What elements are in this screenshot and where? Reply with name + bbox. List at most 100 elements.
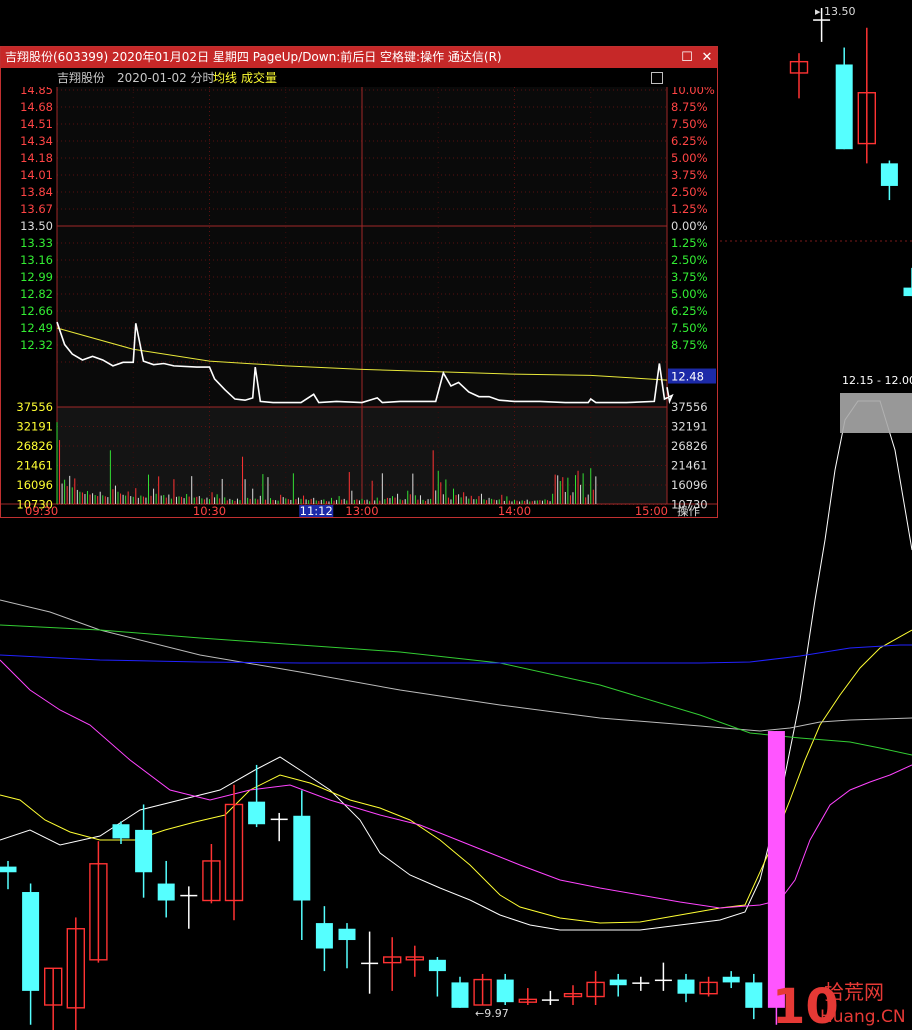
pct-tick-label: 5.00% xyxy=(671,287,708,301)
pct-tick-label: 6.25% xyxy=(671,304,708,318)
time-tick-label: 13:00 xyxy=(345,504,378,517)
volume-tick-label: 16096 xyxy=(16,478,53,492)
moving-average-line-6 xyxy=(0,644,912,664)
candle-body xyxy=(677,979,695,994)
time-tick-label: 14:00 xyxy=(498,504,531,517)
svg-text:Huang.CN: Huang.CN xyxy=(820,1007,906,1027)
intraday-popup-window: 吉翔股份(603399) 2020年01月02日 星期四 PageUp/Down… xyxy=(0,46,718,518)
candle-body xyxy=(541,999,559,1001)
volume-tick-label: 26826 xyxy=(16,439,53,453)
volume-tick-label-right: 16096 xyxy=(671,478,708,492)
close-icon[interactable]: ✕ xyxy=(699,47,715,68)
range-box-fill xyxy=(840,393,912,433)
popup-title: 吉翔股份(603399) 2020年01月02日 星期四 PageUp/Down… xyxy=(5,50,502,64)
candle-body xyxy=(451,982,469,1008)
candle-body xyxy=(270,818,288,821)
pct-tick-label: 10.00% xyxy=(671,87,715,97)
candle-body xyxy=(767,731,785,1008)
candle-body xyxy=(0,866,17,873)
price-tick-label: 12.49 xyxy=(20,321,53,335)
candle-body xyxy=(248,801,266,825)
volume-tick-label-right: 21461 xyxy=(671,459,708,473)
pct-tick-label: 6.25% xyxy=(671,134,708,148)
volume-tick-label-right: 26826 xyxy=(671,439,708,453)
op-button-label: 操作 xyxy=(677,504,700,517)
svg-text:拾荒网: 拾荒网 xyxy=(824,980,884,1004)
candle-body xyxy=(180,894,198,897)
volume-tick-label-right: 37556 xyxy=(671,400,708,414)
candle-body xyxy=(632,982,650,984)
pct-tick-label: 5.00% xyxy=(671,151,708,165)
price-tick-label: 14.18 xyxy=(20,151,53,165)
candle-body xyxy=(293,815,311,901)
price-tick-label: 12.82 xyxy=(20,287,53,301)
window-toggle-icon[interactable] xyxy=(651,72,663,84)
candle-body xyxy=(157,883,175,901)
time-tick-label: 10:30 xyxy=(193,504,226,517)
current-price-value: 12.48 xyxy=(671,370,704,384)
price-tick-label: 13.16 xyxy=(20,253,53,267)
volume-tick-label: 21461 xyxy=(16,459,53,473)
pct-tick-label: 2.50% xyxy=(671,185,708,199)
volume-label: 成交量 xyxy=(241,71,278,85)
volume-tick-label-right: 32191 xyxy=(671,420,708,434)
kline-range-box: 12.15 - 12.00 xyxy=(840,372,912,433)
candle-body xyxy=(428,959,446,972)
range-box-label: 12.15 - 12.00 xyxy=(842,374,912,387)
pct-tick-label: 1.25% xyxy=(671,236,708,250)
candle-body xyxy=(609,979,627,986)
chart-date: 2020-01-02 分时 xyxy=(117,71,215,85)
pct-tick-label: 7.50% xyxy=(671,117,708,131)
candle-body xyxy=(835,64,853,150)
price-tick-label: 14.51 xyxy=(20,117,53,131)
candle-body xyxy=(880,163,898,186)
price-tick-label: 14.85 xyxy=(20,87,53,97)
candle-body xyxy=(745,982,763,1008)
pct-tick-label: 8.75% xyxy=(671,338,708,352)
popup-info-bar: 吉翔股份 2020-01-02 分时 均线 成交量 xyxy=(1,69,717,87)
price-tick-label: 12.99 xyxy=(20,270,53,284)
time-tick-label: 15:00 xyxy=(635,504,668,517)
candle-body xyxy=(338,928,356,941)
pct-tick-label: 3.75% xyxy=(671,270,708,284)
candle-body xyxy=(315,923,333,949)
price-tick-label: 12.32 xyxy=(20,338,53,352)
pct-tick-label: 3.75% xyxy=(671,168,708,182)
kline-high-value: 13.50 xyxy=(824,5,856,18)
pct-tick-label: 1.25% xyxy=(671,202,708,216)
popup-title-bar[interactable]: 吉翔股份(603399) 2020年01月02日 星期四 PageUp/Down… xyxy=(1,47,717,68)
avg-line-label: 均线 xyxy=(213,71,238,85)
kline-low-label: ←9.97 xyxy=(475,1007,509,1020)
watermark-logo: 10 拾荒网 Huang.CN xyxy=(772,979,906,1030)
candle-body xyxy=(722,976,740,983)
price-tick-label: 13.84 xyxy=(20,185,53,199)
stock-name: 吉翔股份 xyxy=(57,71,106,85)
candle-body xyxy=(361,962,379,965)
time-tick-label: 11:12 xyxy=(300,504,333,517)
pct-tick-label: 7.50% xyxy=(671,321,708,335)
candle-body xyxy=(135,829,153,873)
candle-body xyxy=(496,979,514,1003)
candle-body xyxy=(813,19,831,21)
price-tick-label: 13.67 xyxy=(20,202,53,216)
moving-average-line-4 xyxy=(0,599,912,732)
kline-low-value: 9.97 xyxy=(484,1007,509,1020)
price-tick-label: 14.68 xyxy=(20,100,53,114)
candle-body xyxy=(654,979,672,982)
price-tick-label: 14.01 xyxy=(20,168,53,182)
price-tick-label: 13.50 xyxy=(20,219,53,233)
volume-tick-label: 37556 xyxy=(16,400,53,414)
price-tick-label: 12.66 xyxy=(20,304,53,318)
kline-high-label: ▸ 13.50 xyxy=(815,5,856,18)
candle-body xyxy=(22,892,40,991)
time-tick-label: 09:30 xyxy=(25,504,58,517)
price-tick-label: 13.33 xyxy=(20,236,53,250)
volume-tick-label: 32191 xyxy=(16,420,53,434)
pct-tick-label: 2.50% xyxy=(671,253,708,267)
intraday-chart: 14.85 14.68 14.51 14.34 14.18 14.01 13.84 13.67… xyxy=(1,87,717,517)
candle-body xyxy=(112,824,130,839)
price-tick-label: 14.34 xyxy=(20,134,53,148)
candle-body xyxy=(903,287,912,297)
restore-icon[interactable]: ☐ xyxy=(679,47,695,68)
pct-tick-label: 8.75% xyxy=(671,100,708,114)
